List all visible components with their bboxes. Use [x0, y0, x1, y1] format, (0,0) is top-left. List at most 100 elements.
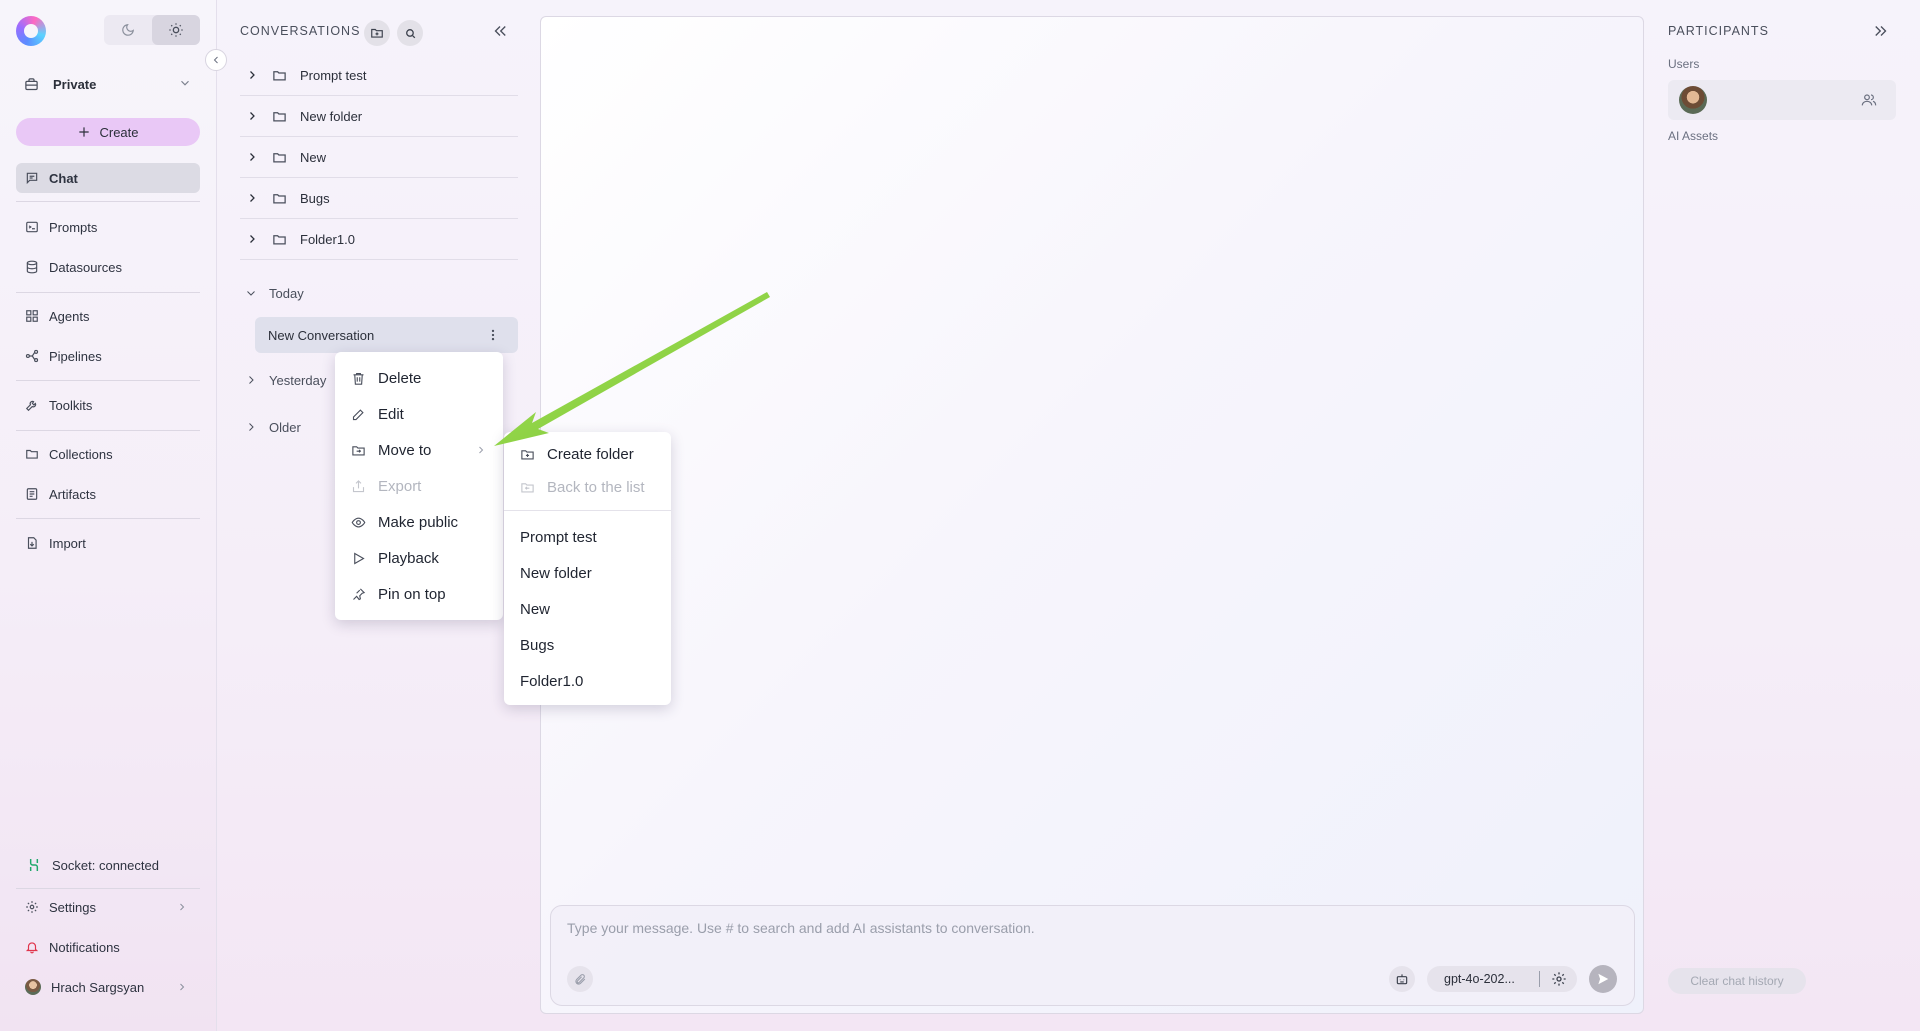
group-label: Yesterday [269, 372, 327, 388]
group-yesterday[interactable]: Yesterday [240, 368, 326, 392]
menu-item-pin-on-top[interactable]: Pin on top [335, 576, 503, 612]
move-target-folder[interactable]: Folder1.0 [504, 663, 671, 699]
create-folder-item[interactable]: Create folder [504, 438, 671, 471]
artifact-icon [26, 488, 38, 500]
folder-icon [273, 193, 286, 203]
sidebar-item-agents[interactable]: Agents [16, 301, 200, 331]
sidebar-item-datasources[interactable]: Datasources [16, 252, 200, 282]
sidebar-item-label: Artifacts [49, 486, 96, 502]
chevron-right-icon [249, 376, 254, 384]
group-label: Today [269, 285, 304, 301]
menu-item-make-public[interactable]: Make public [335, 504, 503, 540]
new-folder-button[interactable] [364, 20, 390, 46]
move-target-folder[interactable]: New [504, 591, 671, 627]
chevron-right-icon [180, 983, 185, 991]
message-input[interactable]: Type your message. Use # to search and a… [567, 920, 1035, 936]
chevron-left-icon [213, 56, 218, 64]
nav-divider [16, 380, 200, 381]
ai-assets-label: AI Assets [1668, 129, 1719, 143]
wrench-icon [25, 400, 37, 412]
prompt-icon [26, 221, 38, 233]
eye-icon [351, 517, 366, 527]
bell-icon [25, 942, 39, 954]
menu-item-move-to[interactable]: Move to [335, 432, 503, 468]
chevron-right-icon [250, 194, 255, 202]
folder-icon [273, 70, 286, 80]
app-logo[interactable] [16, 16, 46, 46]
folder-icon [273, 234, 286, 244]
menu-item-playback[interactable]: Playback [335, 540, 503, 576]
left-navigation: Private Create Chat Prompts Datasources … [0, 0, 217, 1031]
collapse-sidebar-button[interactable] [205, 49, 227, 71]
gear-icon[interactable] [1551, 971, 1567, 987]
ai-assistant-button[interactable] [1389, 966, 1415, 992]
sidebar-item-label: Collections [49, 446, 113, 462]
avatar [25, 979, 41, 995]
group-today[interactable]: Today [240, 281, 304, 305]
sidebar-item-label: Chat [49, 170, 78, 186]
folder-row[interactable]: New [240, 137, 518, 178]
menu-item-label: Export [378, 477, 422, 495]
attach-button[interactable] [567, 966, 593, 992]
move-target-folder[interactable]: Bugs [504, 627, 671, 663]
participant-user-card[interactable] [1668, 80, 1896, 120]
folder-row[interactable]: Folder1.0 [240, 219, 518, 260]
sidebar-item-collections[interactable]: Collections [16, 439, 200, 469]
paperclip-icon [574, 973, 585, 985]
group-older[interactable]: Older [240, 415, 301, 439]
menu-item-edit[interactable]: Edit [335, 396, 503, 432]
sidebar-item-label: Pipelines [49, 348, 102, 364]
create-button[interactable]: Create [16, 118, 200, 146]
model-selector[interactable]: gpt-4o-202... [1427, 966, 1577, 992]
folder-name: Prompt test [300, 67, 367, 83]
sidebar-item-toolkits[interactable]: Toolkits [16, 390, 200, 420]
sidebar-item-prompts[interactable]: Prompts [16, 212, 200, 242]
sidebar-item-artifacts[interactable]: Artifacts [16, 479, 200, 509]
user-profile[interactable]: Hrach Sargsyan [16, 972, 200, 1002]
submenu-divider [504, 510, 671, 511]
chevron-right-icon [250, 71, 255, 79]
users-icon[interactable] [1861, 92, 1877, 108]
folder-name: New folder [300, 108, 363, 124]
folder-row[interactable]: Prompt test [240, 55, 518, 96]
move-target-folder[interactable]: Prompt test [504, 519, 671, 555]
users-label: Users [1668, 57, 1700, 71]
folder-name: Folder1.0 [300, 231, 355, 247]
socket-connected-icon [29, 859, 39, 871]
nav-divider [16, 518, 200, 519]
sidebar-item-import[interactable]: Import [16, 528, 200, 558]
trash-icon [353, 372, 364, 385]
menu-item-label: Make public [378, 513, 459, 531]
project-selector[interactable]: Private [16, 70, 200, 98]
message-composer[interactable]: Type your message. Use # to search and a… [550, 905, 1635, 1006]
folder-row[interactable]: Bugs [240, 178, 518, 219]
nav-divider [16, 888, 200, 889]
collapse-participants-icon[interactable] [1872, 22, 1890, 40]
sidebar-item-label: Datasources [49, 259, 122, 275]
menu-item-delete[interactable]: Delete [335, 360, 503, 396]
menu-item-label: Playback [378, 549, 439, 567]
conversation-context-menu: Delete Edit Move to Export Make public P… [335, 352, 503, 620]
move-target-folder[interactable]: New folder [504, 555, 671, 591]
gear-icon [26, 901, 38, 913]
dark-mode-button[interactable] [104, 15, 152, 45]
model-name: gpt-4o-202... [1444, 972, 1515, 986]
user-name: Hrach Sargsyan [51, 979, 145, 995]
chevron-right-icon [249, 423, 254, 431]
avatar [1679, 86, 1707, 114]
collapse-conversations-icon[interactable] [491, 22, 509, 40]
folder-plus-icon [521, 450, 534, 460]
more-vertical-icon[interactable] [486, 328, 500, 342]
folder-row[interactable]: New folder [240, 96, 518, 137]
settings-menu[interactable]: Settings [16, 892, 200, 922]
notifications-item[interactable]: Notifications [16, 932, 200, 962]
light-mode-button[interactable] [152, 15, 200, 45]
conversation-item-active[interactable]: New Conversation [255, 317, 518, 353]
pin-icon [353, 587, 366, 600]
search-conversations-button[interactable] [397, 20, 423, 46]
clear-chat-history-button[interactable]: Clear chat history [1668, 968, 1806, 994]
sidebar-item-pipelines[interactable]: Pipelines [16, 341, 200, 371]
sidebar-item-chat[interactable]: Chat [16, 163, 200, 193]
send-button[interactable] [1589, 965, 1617, 993]
send-icon [1598, 973, 1609, 985]
